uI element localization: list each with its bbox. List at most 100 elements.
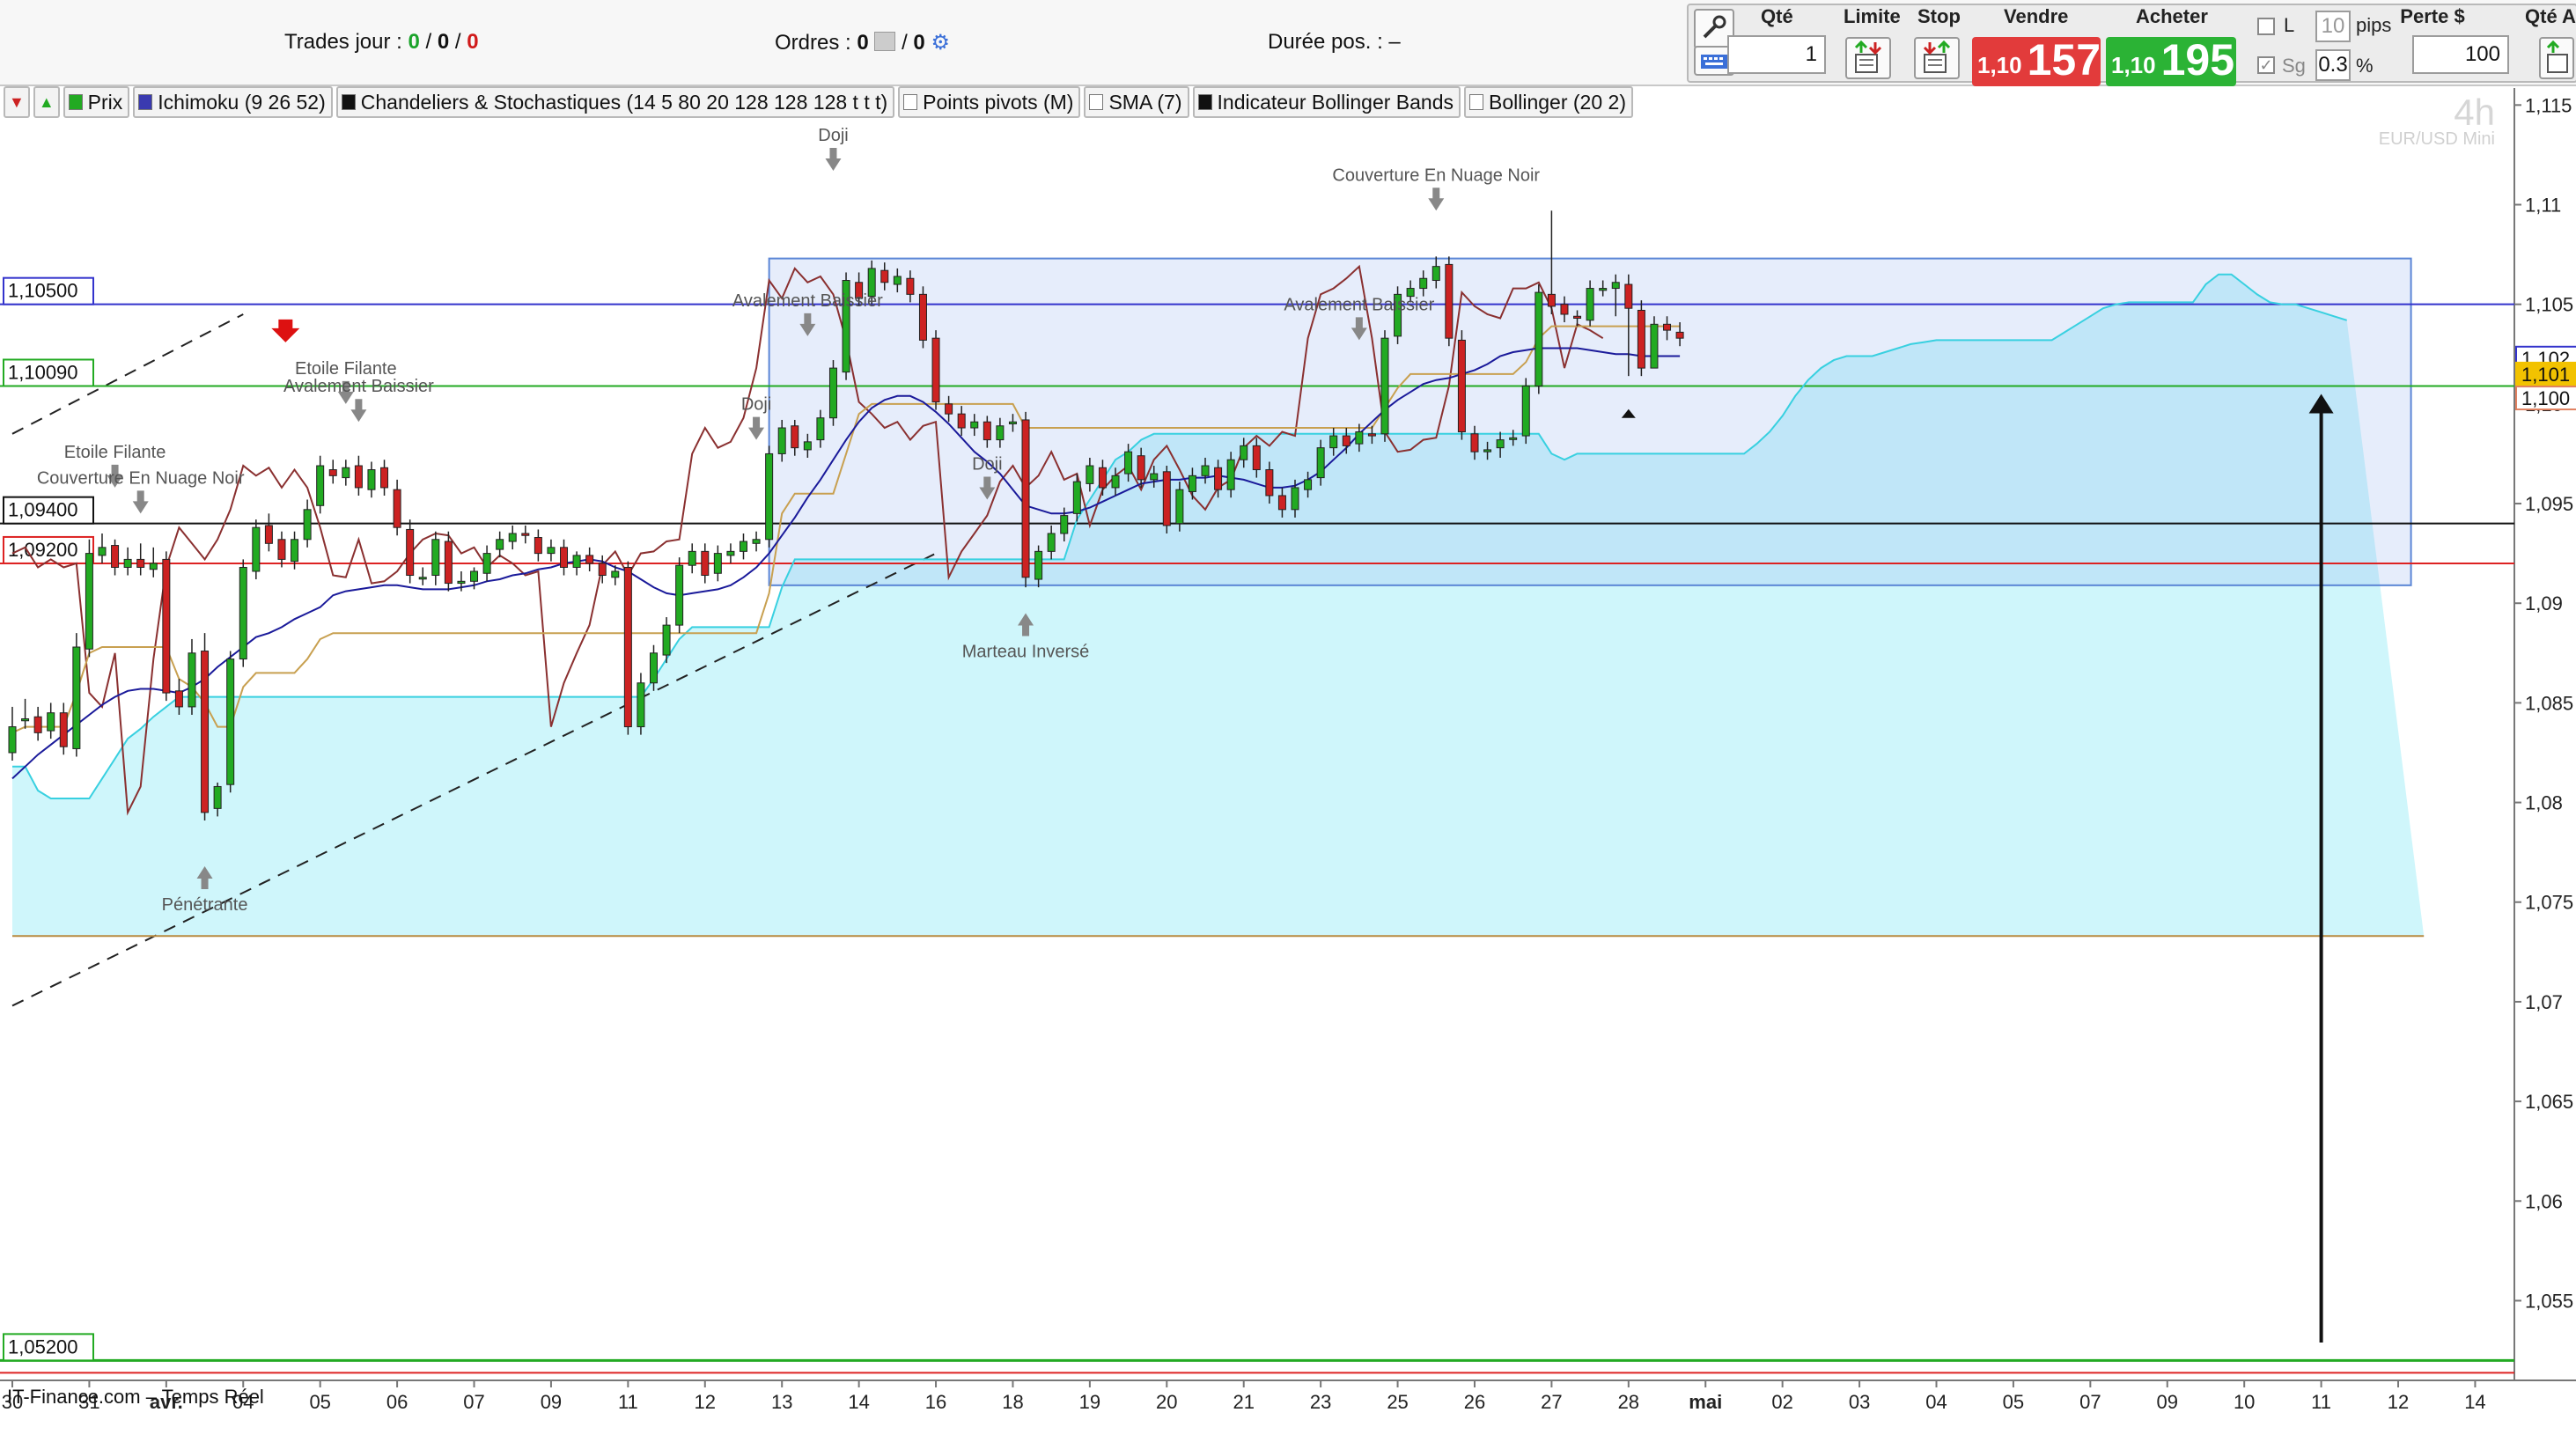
candle-body [1316,447,1325,479]
candle-body [816,417,825,441]
candle-body [59,712,68,747]
x-tick-label: 02 [1771,1391,1792,1413]
candle [226,651,235,793]
price-badge-label: 1,101 [2521,364,2570,386]
candle [918,286,927,349]
candle-body [1291,487,1299,511]
x-tick-label: 04 [1925,1391,1947,1413]
candle-body [316,465,325,506]
candle-body [85,553,93,650]
candle-body [880,269,889,283]
candle-body [508,533,517,542]
candle-body [983,421,991,441]
candle-body [1277,495,1286,511]
candle-body [1086,465,1094,484]
candle-body [367,469,376,490]
candle-body [406,528,415,577]
candle-body [354,465,363,489]
candle-body [996,425,1005,441]
candle-body [457,580,466,585]
candle-body [201,651,210,813]
candle-body [328,469,337,476]
candle-body [1637,309,1645,369]
candle [828,360,837,426]
y-tick-label: 1,08 [2525,792,2563,814]
level-label: 1,09400 [8,499,78,521]
x-tick-label: 18 [1002,1391,1023,1413]
x-tick-label: 14 [848,1391,869,1413]
x-tick-label: 23 [1310,1391,1331,1413]
x-tick-label: 13 [771,1391,792,1413]
candle-body [1650,323,1659,369]
candle [406,519,415,584]
pattern-label: Pénétrante [162,895,248,915]
candle-body [1008,421,1017,424]
candle-body [380,467,389,489]
candle [8,706,17,761]
candle-body [98,547,107,556]
candle-body [957,413,966,429]
candle [637,673,645,735]
candle [623,561,632,735]
candle [264,513,273,552]
candle-body [791,425,799,449]
x-tick-label: 21 [1233,1391,1254,1413]
x-tick-label: 26 [1464,1391,1485,1413]
candle [726,543,735,563]
candle [59,703,68,755]
pattern-label: Etoile Filante [295,359,397,379]
candle [149,547,158,578]
candle-body [945,403,953,415]
candle-body [1586,288,1594,321]
candle [342,460,350,486]
candle [303,499,312,548]
y-tick-label: 1,09 [2525,592,2563,614]
arrow-down-icon [350,399,367,423]
pattern-label: Marteau Inversé [962,643,1090,662]
arrow-down-icon [748,416,765,440]
candle-body [1432,266,1440,282]
candle-body [1599,288,1608,291]
data-source-label: IT-Finance.com – Temps Réel [7,1386,264,1408]
price-chart[interactable]: 1,1151,111,1051,101,0951,091,0851,081,07… [0,0,2576,1442]
candle-body [1240,445,1248,460]
candle-body [1367,433,1376,437]
candle [367,461,376,498]
candle-body [752,539,761,544]
pattern-marker: Couverture En Nuage Noir [1332,166,1540,211]
candle-body [342,467,350,479]
candle-body [1624,283,1633,309]
candle-body [1124,451,1133,475]
candle [547,539,556,562]
x-tick-label: 14 [2464,1391,2485,1413]
level-label: 1,10500 [8,280,78,302]
candle [33,706,42,741]
candle-body [623,566,632,728]
candle-body [482,553,491,574]
y-tick-label: 1,065 [2525,1091,2573,1113]
candle-body [264,525,273,544]
candle [842,272,850,380]
candle [431,531,440,585]
candle [188,638,196,715]
candle-body [777,427,786,454]
candle-body [611,570,620,578]
candle-body [431,539,440,577]
pattern-marker: Avalement Baissier [283,377,434,423]
candle [482,545,491,582]
y-tick-label: 1,055 [2525,1290,2573,1312]
candle [1457,330,1466,440]
x-tick-label: 27 [1541,1391,1562,1413]
x-tick-label: 09 [541,1391,562,1413]
candle-body [8,726,17,754]
candle [1521,378,1530,445]
candle-body [906,277,915,295]
candle-body [585,555,594,564]
candle [21,698,30,729]
pattern-label: Couverture En Nuage Noir [37,468,245,488]
candle [739,533,747,560]
y-tick-label: 1,07 [2525,991,2563,1013]
candle-body [239,566,247,660]
pattern-marker: Doji [741,395,771,440]
candle-body [21,717,30,722]
